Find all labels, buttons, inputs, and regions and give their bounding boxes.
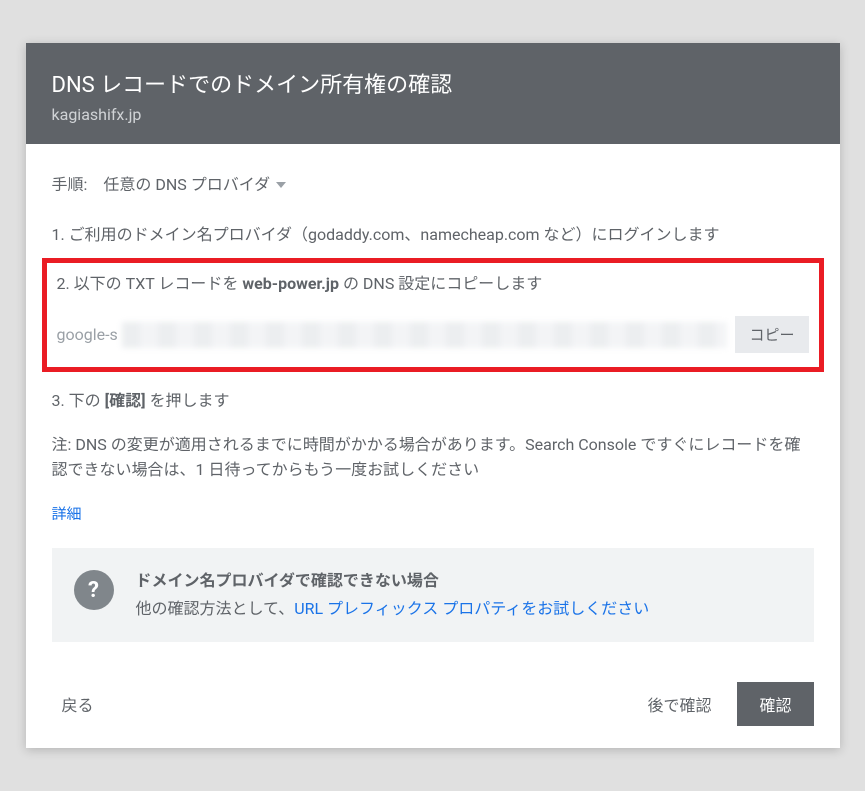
txt-record-redacted xyxy=(122,322,728,348)
step-2-prefix: 2. 以下の TXT レコードを xyxy=(57,274,243,293)
copy-button[interactable]: コピー xyxy=(735,316,808,353)
confirm-button[interactable]: 確認 xyxy=(737,682,813,726)
step-3-suffix: を押します xyxy=(146,391,230,410)
step-2-domain: web-power.jp xyxy=(242,274,339,293)
step-2-suffix: の DNS 設定にコピーします xyxy=(339,274,542,293)
help-icon: ? xyxy=(74,570,114,610)
verify-later-button[interactable]: 後で確認 xyxy=(637,684,721,724)
steps-row: 手順: 任意の DNS プロバイダ xyxy=(52,172,814,198)
dns-provider-dropdown[interactable]: 任意の DNS プロバイダ xyxy=(103,172,286,198)
alternative-title: ドメイン名プロバイダで確認できない場合 xyxy=(136,568,792,594)
dns-verification-dialog: DNS レコードでのドメイン所有権の確認 kagiashifx.jp 手順: 任… xyxy=(26,43,840,747)
step-3: 3. 下の [確認] を押します xyxy=(52,388,814,414)
url-prefix-link[interactable]: URL プレフィックス プロパティをお試しください xyxy=(294,599,649,618)
caret-down-icon xyxy=(276,182,286,188)
dialog-footer: 戻る 後で確認 確認 xyxy=(26,662,840,748)
dialog-header: DNS レコードでのドメイン所有権の確認 kagiashifx.jp xyxy=(26,43,840,144)
txt-record-highlight: 2. 以下の TXT レコードを web-power.jp の DNS 設定にコ… xyxy=(42,258,824,373)
step-3-prefix: 3. 下の xyxy=(52,391,105,410)
alternative-text: 他の確認方法として、URL プレフィックス プロパティをお試しください xyxy=(136,596,792,622)
dns-provider-selected: 任意の DNS プロバイダ xyxy=(103,172,270,198)
back-button[interactable]: 戻る xyxy=(52,684,104,724)
txt-record-value: google-s xyxy=(57,322,118,348)
step-3-bold: [確認] xyxy=(105,391,146,410)
step-1: 1. ご利用のドメイン名プロバイダ（godaddy.com、namecheap.… xyxy=(52,222,814,248)
alternative-text-prefix: 他の確認方法として、 xyxy=(136,599,295,618)
steps-label: 手順: xyxy=(52,172,88,198)
step-2: 2. 以下の TXT レコードを web-power.jp の DNS 設定にコ… xyxy=(57,271,809,297)
alternative-content: ドメイン名プロバイダで確認できない場合 他の確認方法として、URL プレフィック… xyxy=(136,568,792,621)
dialog-title: DNS レコードでのドメイン所有権の確認 xyxy=(52,67,814,99)
dialog-subtitle: kagiashifx.jp xyxy=(52,105,814,124)
dns-note: 注: DNS の変更が適用されるまでに時間がかかる場合があります。Search … xyxy=(52,432,814,483)
txt-record-row: google-s コピー xyxy=(57,316,809,353)
txt-record-field[interactable]: google-s xyxy=(57,322,728,348)
dialog-body: 手順: 任意の DNS プロバイダ 1. ご利用のドメイン名プロバイダ（goda… xyxy=(26,144,840,661)
alternative-box: ? ドメイン名プロバイダで確認できない場合 他の確認方法として、URL プレフィ… xyxy=(52,548,814,641)
details-link[interactable]: 詳細 xyxy=(52,505,82,523)
